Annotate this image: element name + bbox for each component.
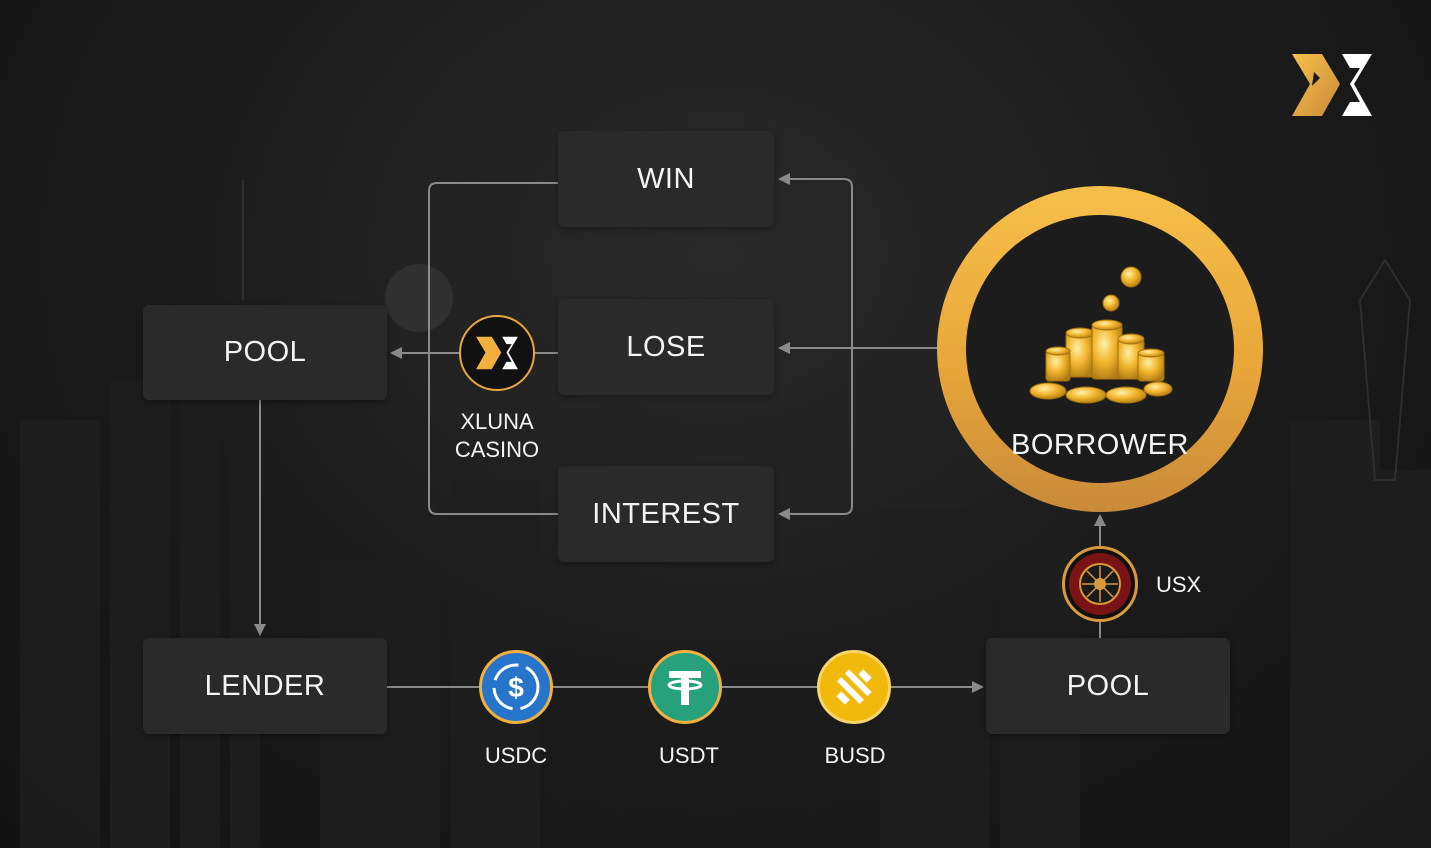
node-lender-label: LENDER <box>204 669 326 702</box>
xluna-casino-icon <box>459 315 535 391</box>
node-lender: LENDER <box>143 638 387 734</box>
node-pool-left-label: POOL <box>223 336 307 368</box>
node-lose: LOSE <box>558 299 774 395</box>
node-pool-right: POOL <box>986 638 1230 734</box>
busd-label: BUSD <box>824 743 886 768</box>
node-pool-right-label: POOL <box>1066 669 1150 702</box>
xluna-logo-icon <box>1292 54 1372 116</box>
borrower-node: BORROWER <box>937 186 1263 512</box>
usdc-label: USDC <box>484 743 548 768</box>
node-win: WIN <box>558 131 774 227</box>
node-pool-left: POOL <box>143 305 387 400</box>
usdt-icon <box>648 650 722 724</box>
node-interest: INTEREST <box>558 466 774 562</box>
usdt-label: USDT <box>659 743 719 768</box>
busd-icon <box>817 650 891 724</box>
casino-label-line1: XLUNA <box>460 409 534 434</box>
xluna-casino-label: XLUNA CASINO <box>437 408 557 464</box>
usdc-icon: $ <box>479 650 553 724</box>
usx-chip-icon <box>1062 546 1138 622</box>
node-win-label: WIN <box>637 162 695 195</box>
node-interest-label: INTEREST <box>592 497 740 530</box>
borrower-label: BORROWER <box>1011 429 1189 461</box>
gold-coins-icon <box>1029 266 1173 404</box>
svg-text:$: $ <box>508 672 524 703</box>
usx-label: USX <box>1156 572 1202 597</box>
casino-label-line2: CASINO <box>454 437 540 462</box>
node-lose-label: LOSE <box>626 330 706 363</box>
